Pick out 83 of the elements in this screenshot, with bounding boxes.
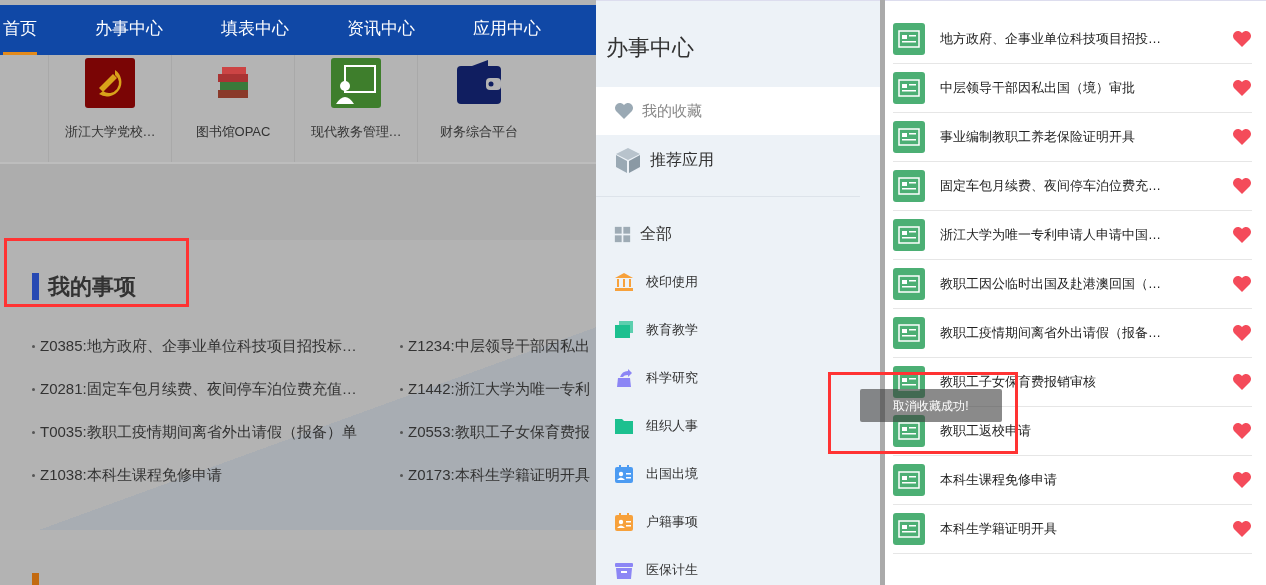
favorite-label: 教职工因公临时出国及赴港澳回国（… (940, 275, 1162, 294)
form-icon (893, 121, 925, 153)
title-bar-icon (32, 272, 39, 300)
bullet-icon (32, 387, 35, 391)
item-link[interactable]: Z1038:本科生课程免修申请 (40, 464, 222, 486)
bullet-icon (400, 430, 403, 434)
favorite-heart-button[interactable] (1232, 79, 1252, 97)
panel-tab[interactable]: 推荐应用 (596, 136, 880, 184)
panel-tab[interactable]: 我的收藏 (596, 87, 880, 135)
app-tile[interactable]: 现代教务管理… (294, 55, 417, 162)
favorite-label: 固定车包月续费、夜间停车泊位费充… (940, 177, 1162, 196)
form-icon (893, 23, 925, 55)
favorite-row[interactable]: 中层领导干部因私出国（境）审批 (893, 64, 1252, 113)
category-item[interactable]: 教育教学 (596, 306, 880, 354)
form-icon (893, 464, 925, 496)
favorite-heart-button[interactable] (1232, 324, 1252, 342)
nav-tab[interactable]: 办事中心 (95, 5, 163, 55)
favorite-heart-button[interactable] (1232, 30, 1252, 48)
favorite-label: 教职工疫情期间离省外出请假（报备… (940, 324, 1162, 343)
item-link[interactable]: Z1234:中层领导干部因私出 (408, 335, 590, 357)
favorite-row[interactable]: 固定车包月续费、夜间停车泊位费充… (893, 162, 1252, 211)
form-icon (893, 170, 925, 202)
app-label: 图书馆OPAC (195, 123, 271, 141)
favorite-heart-button[interactable] (1232, 520, 1252, 538)
app-label: 浙江大学党校… (64, 123, 156, 141)
favorite-row[interactable]: 浙江大学为唯一专利申请人申请中国… (893, 211, 1252, 260)
emblem-icon (85, 58, 135, 108)
category-item[interactable]: 医保计生 (596, 546, 880, 585)
item-link[interactable]: T0035:教职工疫情期间离省外出请假（报备）单 (40, 421, 357, 443)
favorite-label: 中层领导干部因私出国（境）审批 (940, 79, 1136, 98)
teacher-board-icon (331, 58, 381, 108)
form-icon (893, 219, 925, 251)
favorite-heart-button[interactable] (1232, 128, 1252, 146)
app-tile[interactable]: 浙江大学党校… (48, 55, 171, 162)
item-link[interactable]: Z0385:地方政府、企事业单位科技项目招投标… (40, 335, 357, 357)
item-link[interactable]: Z0281:固定车包月续费、夜间停车泊位费充值… (40, 378, 357, 400)
favorite-row[interactable]: 本科生课程免修申请 (893, 456, 1252, 505)
favorite-row[interactable]: 教职工因公临时出国及赴港澳回国（… (893, 260, 1252, 309)
category-item[interactable]: 户籍事项 (596, 498, 880, 546)
app-label: 现代教务管理… (310, 123, 402, 141)
nav-tab[interactable]: 填表中心 (221, 5, 289, 55)
form-icon (893, 513, 925, 545)
nav-tab[interactable]: 首页 (3, 5, 37, 55)
favorite-heart-button[interactable] (1232, 373, 1252, 391)
item-link[interactable]: Z0173:本科生学籍证明开具 (408, 464, 590, 486)
favorite-row[interactable]: 本科生学籍证明开具 (893, 505, 1252, 554)
favorite-heart-button[interactable] (1232, 275, 1252, 293)
bullet-icon (400, 387, 403, 391)
form-icon (893, 72, 925, 104)
bullet-icon (32, 473, 35, 477)
nav-tab[interactable]: 资讯中心 (347, 5, 415, 55)
favorite-label: 本科生学籍证明开具 (940, 520, 1058, 539)
item-link[interactable]: Z1442:浙江大学为唯一专利 (408, 378, 590, 400)
favorite-label: 本科生课程免修申请 (940, 471, 1058, 490)
form-icon (893, 317, 925, 349)
success-toast: 取消收藏成功! (860, 389, 1002, 422)
item-link[interactable]: Z0553:教职工子女保育费报 (408, 421, 590, 443)
favorite-row[interactable]: 教职工疫情期间离省外出请假（报备… (893, 309, 1252, 358)
favorite-label: 浙江大学为唯一专利申请人申请中国… (940, 226, 1162, 245)
app-label: 财务综合平台 (440, 123, 518, 141)
form-icon (893, 268, 925, 300)
cube-icon (614, 146, 642, 174)
favorite-label: 地方政府、企事业单位科技项目招投… (940, 30, 1162, 49)
panel-title: 办事中心 (605, 34, 695, 62)
bullet-icon (32, 344, 35, 348)
nav-tab[interactable]: 应用中心 (473, 5, 541, 55)
category-item[interactable]: 校印使用 (596, 258, 880, 306)
favorite-heart-button[interactable] (1232, 471, 1252, 489)
favorite-heart-button[interactable] (1232, 422, 1252, 440)
favorite-label: 事业编制教职工养老保险证明开具 (940, 128, 1136, 147)
bullet-icon (400, 473, 403, 477)
app-tile[interactable]: 财务综合平台 (417, 55, 540, 162)
form-icon (893, 415, 925, 447)
favorite-row[interactable]: 地方政府、企事业单位科技项目招投… (893, 15, 1252, 64)
bullet-icon (32, 430, 35, 434)
heart-icon (614, 102, 634, 120)
favorite-heart-button[interactable] (1232, 177, 1252, 195)
favorite-heart-button[interactable] (1232, 226, 1252, 244)
section-title: 我的事项 (48, 272, 136, 301)
category-item[interactable]: 全部 (596, 210, 880, 258)
favorite-row[interactable]: 事业编制教职工养老保险证明开具 (893, 113, 1252, 162)
category-item[interactable]: 出国出境 (596, 450, 880, 498)
bullet-icon (400, 344, 403, 348)
